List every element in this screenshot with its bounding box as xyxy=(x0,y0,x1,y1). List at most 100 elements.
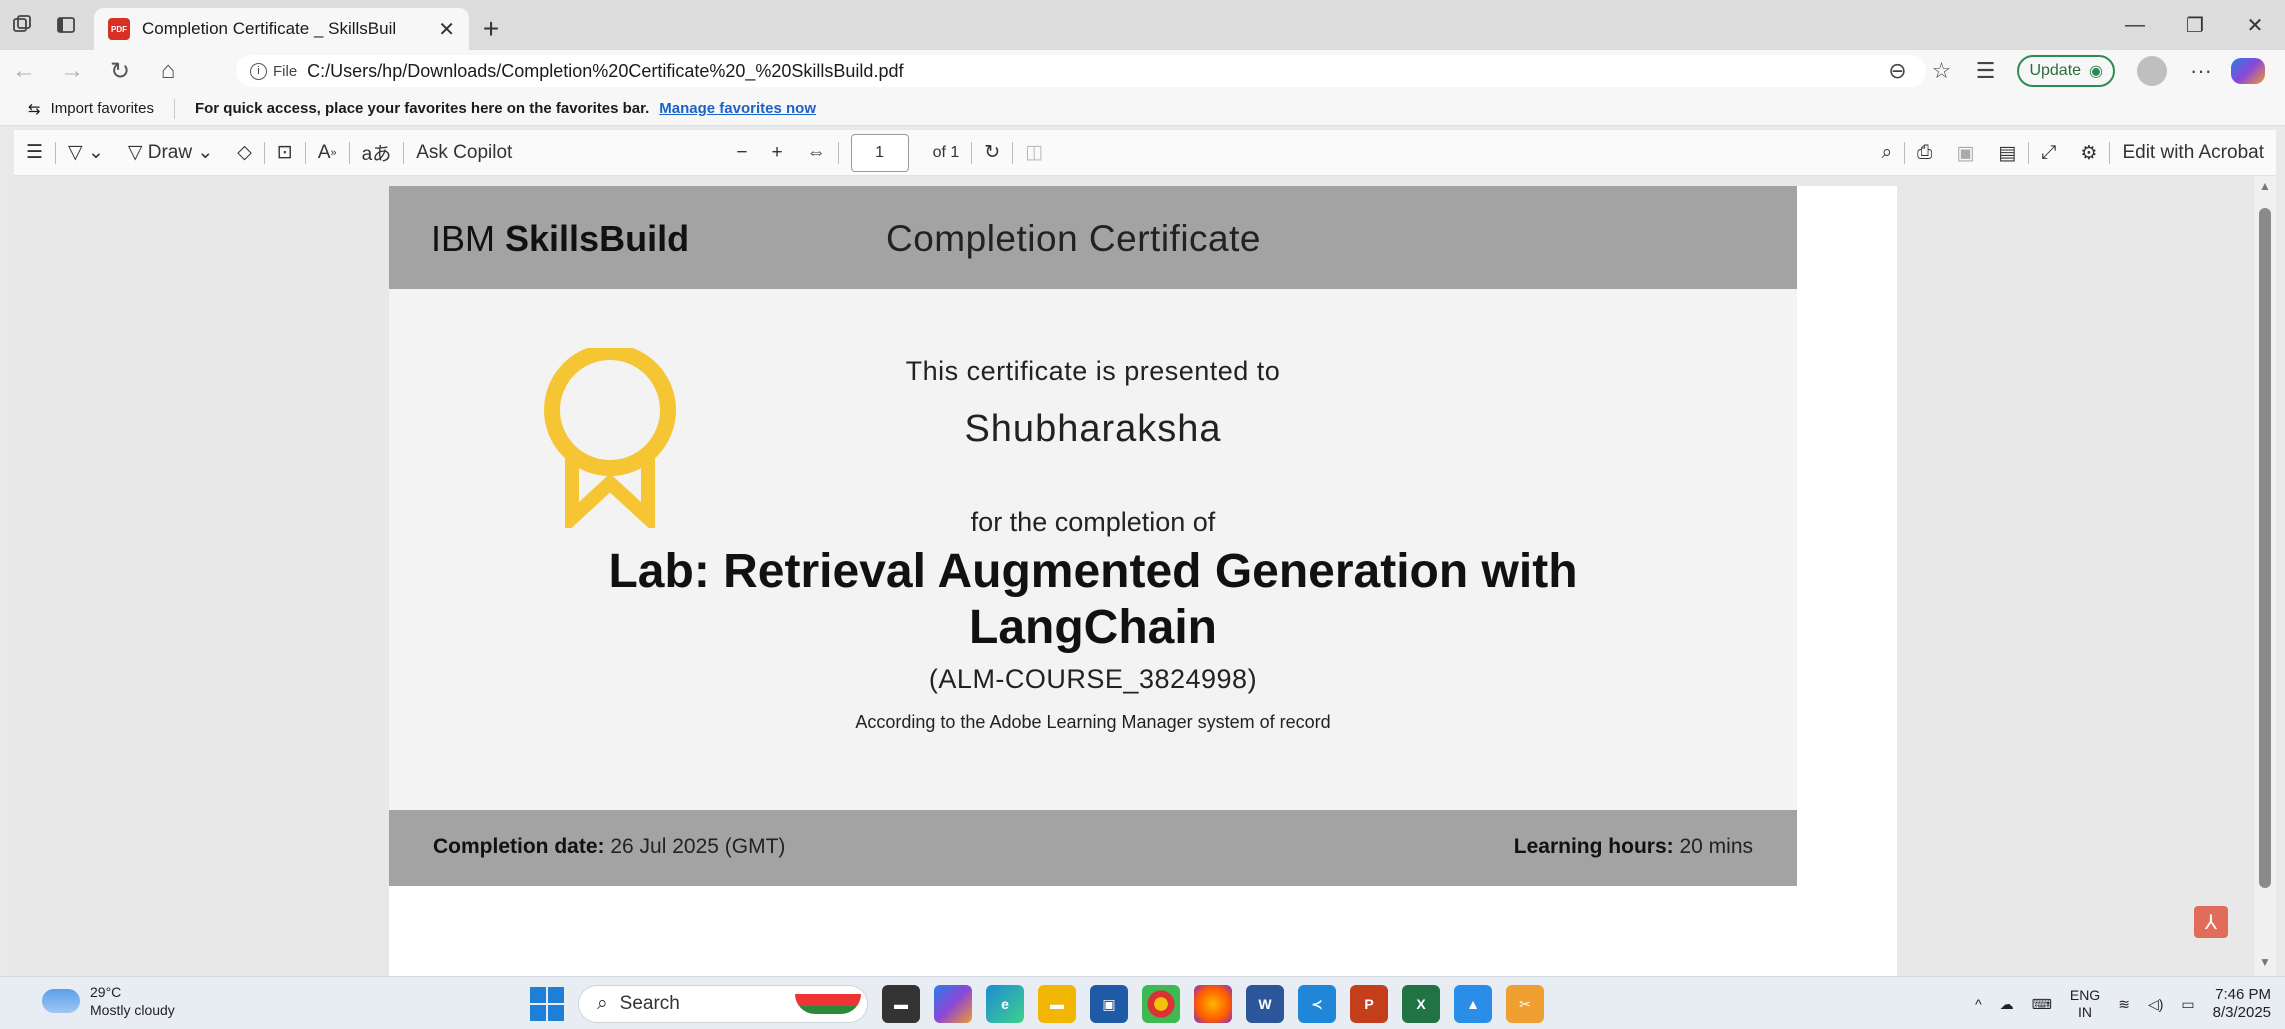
copilot-icon[interactable] xyxy=(2231,58,2265,84)
record-note: According to the Adobe Learning Manager … xyxy=(855,712,1331,732)
store-icon[interactable]: ▣ xyxy=(1090,985,1128,1023)
browser-toolbar-right: ⊖ ☆ ☰ Update ◉ ··· xyxy=(1877,50,2285,92)
copilot-app-icon[interactable] xyxy=(934,985,972,1023)
page-view-icon[interactable]: ◫ xyxy=(1013,130,1055,176)
snipping-tool-icon[interactable]: ✂ xyxy=(1506,985,1544,1023)
page-number-input[interactable]: 1 xyxy=(850,133,909,172)
update-status-icon: ◉ xyxy=(2089,63,2103,80)
fit-width-icon[interactable]: ⇔ xyxy=(795,130,838,176)
restore-icon[interactable]: ❐ xyxy=(2165,0,2225,50)
course-title: Lab: Retrieval Augmented Generation with… xyxy=(608,545,1578,654)
watermelon-search-highlight-icon xyxy=(795,994,861,1014)
scroll-up-icon[interactable]: ▲ xyxy=(2259,179,2271,193)
keyboard-icon[interactable]: ⌨ xyxy=(2032,996,2052,1013)
task-view-icon[interactable]: ▬ xyxy=(882,985,920,1023)
language-indicator[interactable]: ENG IN xyxy=(2070,987,2100,1021)
import-favorites-icon[interactable]: ⇆ xyxy=(28,100,41,118)
taskbar-search[interactable]: ⌕ Search xyxy=(578,985,868,1023)
divider xyxy=(173,98,175,119)
page-total: of 1 xyxy=(932,143,960,161)
presented-to-text: This certificate is presented to xyxy=(905,356,1281,386)
weather-temp: 29°C xyxy=(90,984,122,1000)
back-icon[interactable]: ← xyxy=(0,50,48,92)
certificate-header: IBM SkillsBuild Completion Certificate xyxy=(389,186,1797,289)
vertical-scrollbar[interactable]: ▲ ▼ xyxy=(2254,176,2276,976)
tab-pdf-certificate[interactable]: PDF Completion Certificate _ SkillsBuil … xyxy=(94,8,469,50)
wifi-icon[interactable]: ≋ xyxy=(2118,996,2130,1013)
firefox-icon[interactable] xyxy=(1194,985,1232,1023)
network-cloud-icon[interactable]: ☁ xyxy=(2000,996,2014,1013)
photos-icon[interactable]: ▲ xyxy=(1454,985,1492,1023)
acrobat-icon[interactable]: ⅄ xyxy=(2194,906,2228,938)
home-icon[interactable]: ⌂ xyxy=(144,50,192,92)
settings-gear-icon[interactable]: ⚙ xyxy=(2068,130,2109,176)
show-hidden-icons-chevron-icon[interactable]: ^ xyxy=(1975,996,1982,1012)
weather-widget[interactable]: 29°C Mostly cloudy xyxy=(42,983,175,1019)
close-window-icon[interactable]: ✕ xyxy=(2225,0,2285,50)
favorite-star-icon[interactable]: ☆ xyxy=(1921,51,1961,91)
excel-icon[interactable]: X xyxy=(1402,985,1440,1023)
ask-copilot-button[interactable]: Ask Copilot xyxy=(404,130,524,176)
fullscreen-icon[interactable]: ⤢ xyxy=(2029,130,2068,176)
workspaces-icon[interactable] xyxy=(0,0,44,50)
certificate-heading: Completion Certificate xyxy=(886,218,1261,259)
pdf-viewer[interactable]: IBM SkillsBuild Completion Certificate T… xyxy=(14,176,2276,976)
taskbar-apps: ⌕ Search ▬ e ▬ ▣ W ≺ P X ▲ ✂ xyxy=(530,981,1544,1027)
file-explorer-icon[interactable]: ▬ xyxy=(1038,985,1076,1023)
completion-date: Completion date: 26 Jul 2025 (GMT) xyxy=(433,835,786,858)
vscode-icon[interactable]: ≺ xyxy=(1298,985,1336,1023)
text-box-icon[interactable]: ⊡ xyxy=(265,130,305,176)
edge-browser-icon[interactable]: e xyxy=(986,985,1024,1023)
battery-icon[interactable]: ▭ xyxy=(2181,996,2194,1013)
info-icon: i xyxy=(250,62,267,80)
highlight-icon[interactable]: ▽ ⌄ xyxy=(56,130,116,176)
find-icon[interactable]: ⌕ xyxy=(1869,130,1904,176)
brand-logo: IBM SkillsBuild xyxy=(431,218,690,259)
word-icon[interactable]: W xyxy=(1246,985,1284,1023)
window-controls: — ❐ ✕ xyxy=(2105,0,2285,50)
pdf-toolbar-right: ⌕ ⎙ ▣ ▤ ⤢ ⚙ Edit with Acrobat xyxy=(1869,130,2276,176)
scrollbar-thumb[interactable] xyxy=(2259,208,2271,888)
new-tab-button[interactable]: + xyxy=(469,8,513,50)
draw-button[interactable]: ▽ Draw ⌄ xyxy=(116,130,225,176)
eraser-icon[interactable]: ◇ xyxy=(225,130,264,176)
update-button[interactable]: Update ◉ xyxy=(2017,55,2115,87)
manage-favorites-link[interactable]: Manage favorites now xyxy=(659,100,816,117)
read-aloud-button[interactable]: A» xyxy=(306,130,349,176)
import-favorites-button[interactable]: Import favorites xyxy=(51,100,154,117)
address-bar: ← → ↻ ⌂ i File C:/Users/hp/Downloads/Com… xyxy=(0,50,2285,92)
tab-actions-icon[interactable] xyxy=(44,0,88,50)
zoom-in-icon[interactable]: + xyxy=(759,130,794,176)
zoom-icon[interactable]: ⊖ xyxy=(1877,51,1917,91)
url-field[interactable]: i File C:/Users/hp/Downloads/Completion%… xyxy=(236,55,1926,87)
chrome-icon[interactable] xyxy=(1142,985,1180,1023)
save-icon[interactable]: ▣ xyxy=(1944,130,1986,176)
scroll-down-icon[interactable]: ▼ xyxy=(2259,955,2271,969)
pdf-page: IBM SkillsBuild Completion Certificate T… xyxy=(389,186,1897,976)
more-options-icon[interactable]: ··· xyxy=(2181,51,2221,91)
cloudy-weather-icon xyxy=(42,989,80,1013)
contents-icon[interactable]: ☰ xyxy=(14,130,55,176)
pdf-icon: PDF xyxy=(108,18,130,40)
print-icon[interactable]: ⎙ xyxy=(1905,130,1944,176)
favorites-list-icon[interactable]: ☰ xyxy=(1965,51,2005,91)
site-info-chip[interactable]: i File xyxy=(250,62,297,80)
certificate: IBM SkillsBuild Completion Certificate T… xyxy=(389,186,1797,886)
minimize-icon[interactable]: — xyxy=(2105,0,2165,50)
rotate-icon[interactable]: ↻ xyxy=(972,130,1012,176)
clock[interactable]: 7:46 PM 8/3/2025 xyxy=(2213,986,2271,1022)
save-as-icon[interactable]: ▤ xyxy=(1986,130,2028,176)
powerpoint-icon[interactable]: P xyxy=(1350,985,1388,1023)
refresh-icon[interactable]: ↻ xyxy=(96,50,144,92)
translate-button[interactable]: aあ xyxy=(350,130,404,176)
forward-icon[interactable]: → xyxy=(48,50,96,92)
zoom-out-icon[interactable]: − xyxy=(724,130,759,176)
edit-with-acrobat-button[interactable]: Edit with Acrobat xyxy=(2110,130,2276,176)
completion-of-text: for the completion of xyxy=(970,507,1216,537)
close-tab-icon[interactable]: ✕ xyxy=(438,17,455,42)
volume-icon[interactable]: ◁) xyxy=(2148,996,2163,1013)
draw-icon: ▽ xyxy=(127,142,148,163)
profile-avatar[interactable] xyxy=(2137,56,2167,86)
start-windows-icon[interactable] xyxy=(530,987,564,1021)
tab-title: Completion Certificate _ SkillsBuil xyxy=(142,19,397,38)
